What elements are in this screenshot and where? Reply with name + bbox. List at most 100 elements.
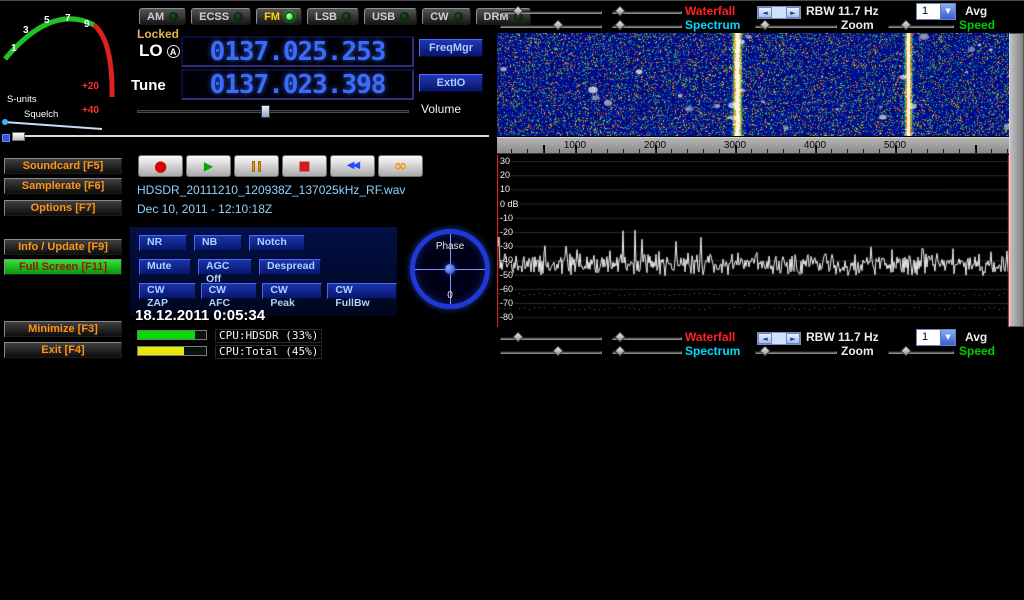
db-label: 20 [500, 170, 510, 180]
slider-thumb[interactable] [552, 19, 563, 30]
scrollbar-track[interactable] [772, 7, 786, 18]
mode-am-button[interactable]: AM [139, 8, 186, 25]
waterfall-tab[interactable]: Waterfall [685, 4, 735, 18]
nb-button[interactable]: NB [194, 235, 242, 251]
db-label: -30 [500, 241, 513, 251]
waterfall-shift-scrollbar[interactable]: ◄ ► [757, 6, 801, 19]
mute-button[interactable]: Mute [139, 259, 191, 275]
zoom-label: Zoom [841, 18, 874, 32]
scroll-right-icon[interactable]: ► [786, 333, 800, 344]
bottom-avg-label: Avg [965, 330, 987, 344]
spectrum-contrast-slider[interactable] [612, 21, 682, 31]
lo-frequency-display[interactable]: 0137.025.253 [181, 36, 414, 67]
waterfall-contrast-slider[interactable] [612, 7, 682, 17]
slider-track [12, 135, 489, 137]
squelch-indicator[interactable] [2, 134, 10, 142]
mode-ecss-button[interactable]: ECSS [191, 8, 251, 25]
slider-thumb[interactable] [614, 345, 625, 356]
nr-button[interactable]: NR [139, 235, 187, 251]
db-label: 30 [500, 156, 510, 166]
slider-thumb[interactable] [759, 19, 770, 30]
smeter-tick-label: 9 [84, 19, 90, 30]
record-button[interactable]: ● [138, 155, 183, 177]
notch-button[interactable]: Notch [249, 235, 305, 251]
slider-thumb[interactable] [614, 19, 625, 30]
slider-thumb[interactable] [512, 5, 523, 16]
slider-thumb[interactable] [759, 345, 770, 356]
bottom-spectrum-contrast-slider[interactable] [612, 347, 682, 357]
stop-button[interactable]: ■ [282, 155, 327, 177]
scroll-right-icon[interactable]: ► [786, 7, 800, 18]
cpu-hdsdr-label: CPU:HDSDR (33%) [215, 329, 322, 343]
zoom-slider[interactable] [755, 21, 837, 31]
slider-thumb[interactable] [614, 331, 625, 342]
phase-indicator[interactable]: Phase 0 [407, 225, 493, 317]
spectrum-brightness-slider[interactable] [500, 21, 602, 31]
agc-off-button[interactable]: AGC Off [198, 259, 252, 275]
mode-fm-button[interactable]: FM [256, 8, 302, 25]
bottom-waterfall-brightness-slider[interactable] [500, 333, 602, 343]
audio-waterfall-display[interactable] [497, 33, 1009, 136]
tune-label: Tune [131, 77, 166, 94]
avg-select[interactable]: 1 ▼ [916, 3, 956, 20]
extio-button[interactable]: ExtIO [419, 74, 483, 92]
cw-zap-button[interactable]: CW ZAP [139, 283, 196, 299]
cw-afc-button[interactable]: CW AFC [201, 283, 258, 299]
bottom-spectrum-tab[interactable]: Spectrum [685, 344, 740, 358]
slider-thumb[interactable] [552, 345, 563, 356]
mode-usb-button[interactable]: USB [364, 8, 417, 25]
audio-spectrum-display[interactable]: 30 20 10 0 dB -10 -20 -30 -40 -50 -60 -7… [497, 155, 1009, 327]
bottom-waterfall-shift-scrollbar[interactable]: ◄ ► [757, 332, 801, 345]
db-label: -60 [500, 284, 513, 294]
fullscreen-button[interactable]: Full Screen [F11] [4, 259, 122, 275]
options-button[interactable]: Options [F7] [4, 200, 122, 216]
bottom-zoom-slider[interactable] [755, 347, 837, 357]
pause-button[interactable] [234, 155, 279, 177]
dropdown-arrow-icon[interactable]: ▼ [940, 330, 955, 345]
slider-thumb[interactable] [261, 105, 270, 118]
audio-spectrum-canvas[interactable] [497, 155, 1009, 327]
info-update-button[interactable]: Info / Update [F9] [4, 239, 122, 255]
spectrum-tab[interactable]: Spectrum [685, 18, 740, 32]
dropdown-arrow-icon[interactable]: ▼ [940, 4, 955, 19]
bottom-avg-select[interactable]: 1 ▼ [916, 329, 956, 346]
play-button[interactable]: ▶ [186, 155, 231, 177]
rewind-button[interactable]: ◀◀ [330, 155, 375, 177]
tune-frequency-display[interactable]: 0137.023.398 [181, 69, 414, 100]
exit-button[interactable]: Exit [F4] [4, 342, 122, 358]
freqmgr-button[interactable]: FreqMgr [419, 39, 483, 57]
volume-slider[interactable] [137, 105, 409, 118]
bottom-waterfall-tab[interactable]: Waterfall [685, 330, 735, 344]
pause-icon [252, 161, 261, 172]
waterfall-brightness-slider[interactable] [500, 7, 602, 17]
bottom-speed-slider[interactable] [888, 347, 954, 357]
soundcard-button[interactable]: Soundcard [F5] [4, 158, 122, 174]
loop-button[interactable]: ∞ [378, 155, 423, 177]
phase-ring: Phase 0 [410, 229, 490, 309]
slider-thumb[interactable] [614, 5, 625, 16]
minimize-button[interactable]: Minimize [F3] [4, 321, 122, 337]
slider-thumb[interactable] [900, 345, 911, 356]
samplerate-button[interactable]: Samplerate [F6] [4, 178, 122, 194]
scrollbar-track[interactable] [772, 333, 786, 344]
despread-button[interactable]: Despread [259, 259, 321, 275]
slider-thumb[interactable] [12, 132, 25, 141]
mode-led-icon [234, 12, 243, 21]
smeter-tick-label: 5 [44, 15, 50, 26]
mode-lsb-button[interactable]: LSB [307, 8, 359, 25]
cw-peak-button[interactable]: CW Peak [262, 283, 322, 299]
slider-thumb[interactable] [512, 331, 523, 342]
scroll-left-icon[interactable]: ◄ [758, 7, 772, 18]
speed-slider[interactable] [888, 21, 954, 31]
cpu-total-bar [137, 346, 207, 356]
rbw-label: RBW 11.7 Hz [806, 4, 879, 18]
bottom-spectrum-brightness-slider[interactable] [500, 347, 602, 357]
vfo-a-icon[interactable]: A [167, 45, 180, 58]
scroll-left-icon[interactable]: ◄ [758, 333, 772, 344]
cw-fullbw-button[interactable]: CW FullBw [327, 283, 397, 299]
slider-thumb[interactable] [900, 19, 911, 30]
mode-cw-button[interactable]: CW [422, 8, 470, 25]
right-panel-scrollbar[interactable] [1009, 33, 1024, 327]
tuning-slider[interactable] [12, 132, 489, 141]
bottom-waterfall-contrast-slider[interactable] [612, 333, 682, 343]
